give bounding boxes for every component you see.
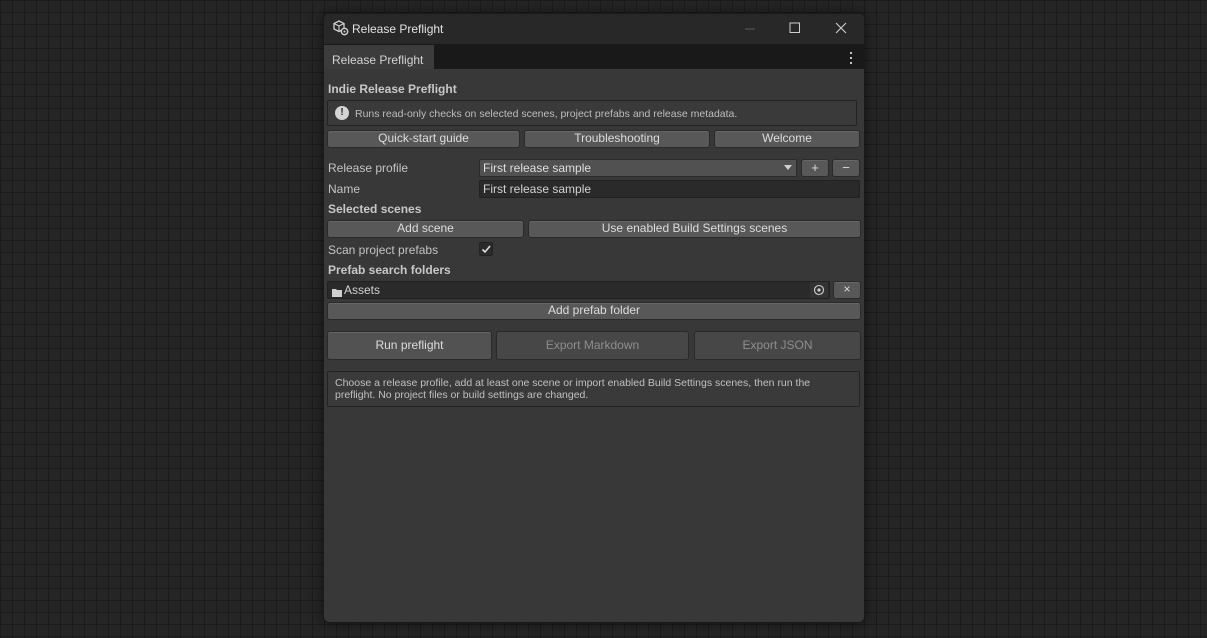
release-preflight-window: Release Preflight Release Preflight Indi… [323, 13, 865, 623]
export-json-button[interactable]: Export JSON [694, 331, 861, 360]
kebab-menu-icon[interactable] [844, 49, 858, 65]
add-profile-button[interactable]: + [801, 159, 829, 177]
troubleshooting-button[interactable]: Troubleshooting [524, 130, 710, 148]
prefab-folder-field[interactable]: Assets [327, 281, 830, 299]
tab-release-preflight[interactable]: Release Preflight [324, 45, 434, 69]
help-box: ! Runs read-only checks on selected scen… [327, 100, 857, 126]
close-button[interactable] [818, 14, 864, 44]
name-field[interactable]: First release sample [479, 180, 860, 198]
folder-icon [332, 286, 342, 300]
selected-scenes-title: Selected scenes [328, 202, 422, 216]
release-profile-label: Release profile [328, 161, 409, 175]
unity-cube-gear-icon [333, 20, 349, 36]
prefab-search-folders-title: Prefab search folders [328, 263, 451, 277]
scan-project-prefabs-label: Scan project prefabs [328, 243, 439, 257]
title-bar[interactable]: Release Preflight [324, 14, 864, 44]
chevron-down-icon [784, 165, 792, 170]
release-profile-value: First release sample [483, 161, 592, 175]
tab-bar: Release Preflight [324, 44, 864, 69]
status-message-box: Choose a release profile, add at least o… [327, 371, 860, 407]
quick-start-guide-button[interactable]: Quick-start guide [327, 130, 520, 148]
minimize-button[interactable] [727, 14, 773, 44]
status-message: Choose a release profile, add at least o… [335, 377, 811, 401]
add-prefab-folder-button[interactable]: Add prefab folder [327, 302, 861, 320]
remove-folder-button[interactable]: × [833, 281, 861, 299]
welcome-button[interactable]: Welcome [714, 130, 860, 148]
remove-profile-button[interactable]: − [832, 159, 860, 177]
tool-title: Indie Release Preflight [328, 82, 457, 96]
info-icon: ! [335, 106, 349, 120]
add-scene-button[interactable]: Add scene [327, 220, 524, 238]
object-picker-icon[interactable] [810, 282, 828, 298]
window-title: Release Preflight [352, 22, 444, 36]
export-markdown-button[interactable]: Export Markdown [496, 331, 689, 360]
name-label: Name [328, 182, 361, 196]
release-profile-dropdown[interactable]: First release sample [479, 159, 797, 177]
scan-project-prefabs-checkbox[interactable] [479, 242, 493, 256]
prefab-folder-name: Assets [344, 283, 381, 297]
run-preflight-button[interactable]: Run preflight [327, 331, 492, 360]
help-text: Runs read-only checks on selected scenes… [355, 108, 738, 120]
use-build-settings-scenes-button[interactable]: Use enabled Build Settings scenes [528, 220, 861, 238]
maximize-button[interactable] [772, 14, 818, 44]
